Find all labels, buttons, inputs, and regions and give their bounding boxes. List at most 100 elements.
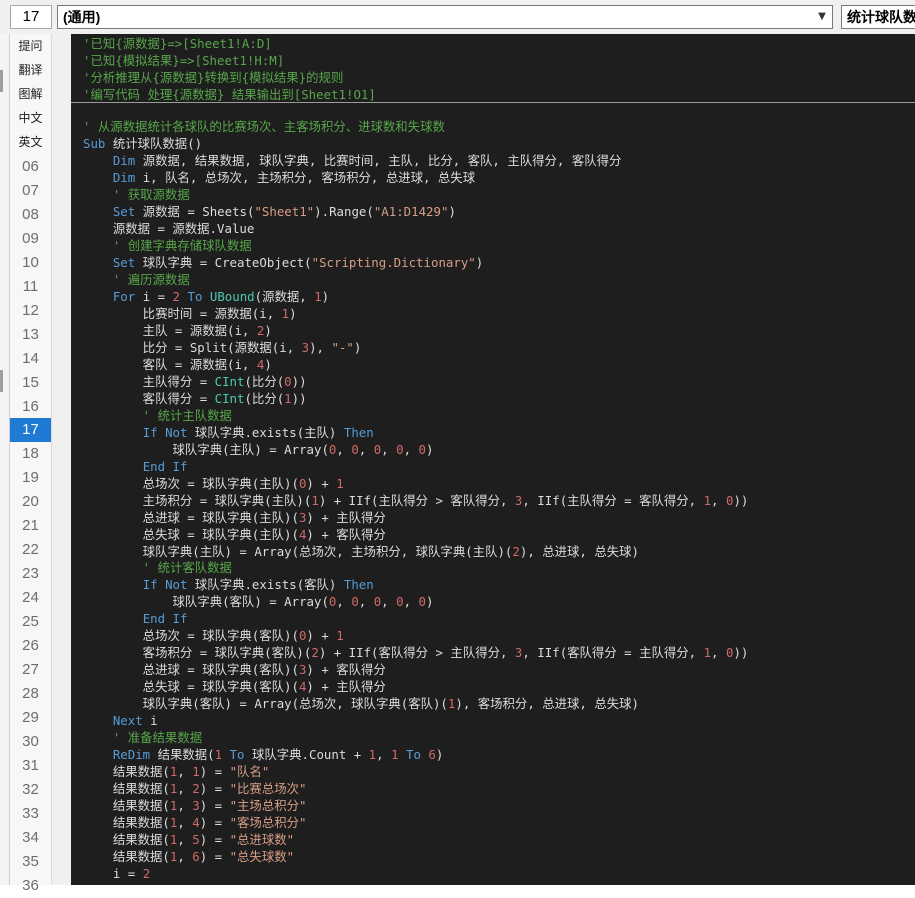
header-comment-line: '已知{源数据}=>[Sheet1!A:D] [83, 36, 272, 51]
code-line[interactable]: 总进球 = 球队字典(主队)(3) + 主队得分 [83, 509, 386, 526]
code-token: 3 [301, 339, 310, 355]
code-token: , [177, 764, 193, 780]
code-line[interactable]: 总进球 = 球队字典(客队)(3) + 客队得分 [83, 661, 386, 678]
code-line[interactable]: 比赛时间 = 源数据(i, 1) [83, 305, 297, 322]
code-line[interactable]: Set 源数据 = Sheets("Sheet1").Range("A1:D14… [83, 203, 456, 220]
code-token: (比分( [244, 390, 285, 406]
code-line[interactable]: 球队字典(主队) = Array(总场次, 主场积分, 球队字典(主队)(2),… [83, 543, 639, 560]
code-token: ReDim [112, 747, 151, 763]
code-token: , [711, 492, 726, 508]
code-line[interactable]: 球队字典(客队) = Array(0, 0, 0, 0, 0) [83, 593, 434, 610]
code-line[interactable]: 总失球 = 球队字典(主队)(4) + 客队得分 [83, 526, 386, 543]
code-line[interactable]: Sub 统计球队数据() [83, 135, 202, 152]
code-line[interactable]: ' 从源数据统计各球队的比赛场次、主客场积分、进球数和失球数 [83, 118, 445, 135]
code-line[interactable]: 客队 = 源数据(i, 4) [83, 356, 272, 373]
code-line[interactable]: 比分 = Split(源数据(i, 3), "-") [83, 339, 362, 356]
gutter-tool-button[interactable]: 图解 [10, 82, 51, 106]
code-line[interactable]: 源数据 = 源数据.Value [83, 220, 255, 237]
gutter-line-number: 13 [22, 325, 39, 343]
code-token: ), 总进球, 总失球) [519, 543, 639, 559]
code-line[interactable]: Next i [83, 712, 158, 729]
code-line[interactable]: 结果数据(1, 3) = "主场总积分" [83, 797, 307, 814]
code-token: UBound [209, 288, 255, 304]
code-token: ) [425, 441, 434, 457]
chevron-down-icon[interactable]: ▼ [814, 8, 830, 26]
code-token: 4 [192, 815, 200, 831]
header-comment-line: '已知{模拟结果}=>[Sheet1!H:M] [83, 53, 285, 68]
code-line[interactable]: If Not 球队字典.exists(客队) Then [83, 576, 374, 593]
gutter-tool-button[interactable]: 中文 [10, 106, 51, 130]
header-comment-line: '分析推理从{源数据}转换到{模拟结果}的规则 [83, 70, 344, 85]
code-token: ' 从源数据统计各球队的比赛场次、主客场积分、进球数和失球数 [83, 119, 445, 134]
code-line[interactable]: 结果数据(1, 5) = "总进球数" [83, 831, 294, 848]
code-token: 球队字典.exists(主队) [187, 424, 344, 440]
code-token: 1 [214, 747, 223, 763]
code-line[interactable]: Dim i, 队名, 总场次, 主场积分, 客场积分, 总进球, 总失球 [83, 169, 475, 186]
code-line[interactable]: i = 2 [83, 865, 150, 882]
code-line[interactable]: ReDim 结果数据(1 To 球队字典.Count + 1, 1 To 6) [83, 746, 443, 763]
code-token: 球队字典(客队) = Array(总场次, 球队字典(客队)( [83, 696, 448, 712]
code-token: 总场次 = 球队字典(客队)( [83, 628, 299, 644]
code-token: 总场次 = 球队字典(主队)( [83, 475, 299, 491]
code-token: ) [425, 594, 434, 610]
code-line[interactable]: 结果数据(1, 1) = "队名" [83, 763, 269, 780]
code-line[interactable]: Set 球队字典 = CreateObject("Scripting.Dicti… [83, 254, 483, 271]
code-line[interactable]: 总场次 = 球队字典(主队)(0) + 1 [83, 475, 344, 492]
gutter-tool-button[interactable]: 英文 [10, 130, 51, 154]
code-line[interactable]: ' 统计客队数据 [83, 559, 232, 576]
code-token: , [403, 441, 419, 457]
code-line[interactable]: 球队字典(客队) = Array(总场次, 球队字典(客队)(1), 客场积分,… [83, 695, 639, 712]
code-token: ) [435, 747, 444, 763]
object-dropdown[interactable]: (通用) ▼ [57, 5, 833, 29]
code-line[interactable]: 主队 = 源数据(i, 2) [83, 322, 272, 339]
code-line[interactable]: 球队字典(主队) = Array(0, 0, 0, 0, 0) [83, 441, 434, 458]
code-token: 结果数据( [83, 849, 170, 865]
code-line[interactable]: 结果数据(1, 2) = "比赛总场次" [83, 780, 307, 797]
code-line[interactable]: 结果数据(1, 6) = "总失球数" [83, 848, 294, 865]
code-token: 结果数据( [83, 815, 170, 831]
code-line[interactable]: End If [83, 610, 188, 627]
gutter-tool-button[interactable]: 翻译 [10, 58, 51, 82]
code-token: End If [142, 611, 188, 627]
code-token: "-" [331, 339, 354, 355]
gutter-tool-button[interactable]: 提问 [10, 34, 51, 58]
code-line[interactable]: If Not 球队字典.exists(主队) Then [83, 424, 374, 441]
gutter-line-number-active: 17 [10, 418, 51, 443]
gutter-line-number: 26 [22, 637, 39, 654]
code-token: 0 [396, 594, 404, 610]
code-line[interactable]: 结果数据(1, 4) = "客场总积分" [83, 814, 307, 831]
procedure-dropdown-value: 统计球队数 [847, 9, 915, 25]
code-line[interactable]: 总失球 = 球队字典(客队)(4) + 主队得分 [83, 678, 386, 695]
code-line[interactable]: ' 准备结果数据 [83, 729, 202, 746]
code-token: "A1:D1429" [373, 203, 449, 219]
code-token: If Not [142, 424, 188, 440]
code-line[interactable]: ' 创建字典存储球队数据 [83, 237, 252, 254]
code-token: , [177, 832, 193, 848]
code-token: "队名" [229, 764, 270, 780]
code-line[interactable]: 主队得分 = CInt(比分(0)) [83, 373, 307, 390]
code-token: ) + [306, 475, 337, 491]
code-line[interactable]: 客队得分 = CInt(比分(1)) [83, 390, 307, 407]
procedure-dropdown[interactable]: 统计球队数 [841, 5, 915, 29]
code-line[interactable]: ' 统计主队数据 [83, 407, 232, 424]
code-token: 1 [336, 628, 344, 644]
code-line[interactable]: 主场积分 = 球队字典(主队)(1) + IIf(主队得分 > 客队得分, 3,… [83, 492, 749, 509]
code-token: i = [135, 288, 173, 304]
code-line[interactable]: 客场积分 = 球队字典(客队)(2) + IIf(客队得分 > 主队得分, 3,… [83, 644, 749, 661]
code-line[interactable]: 总场次 = 球队字典(客队)(0) + 1 [83, 627, 344, 644]
code-token: ) [289, 305, 297, 321]
code-line[interactable]: End If [83, 458, 188, 475]
code-line[interactable]: Dim 源数据, 结果数据, 球队字典, 比赛时间, 主队, 比分, 客队, 主… [83, 152, 622, 169]
gutter-line-number: 19 [22, 469, 39, 487]
code-line[interactable]: ' 获取源数据 [83, 186, 190, 203]
code-editor[interactable]: '已知{源数据}=>[Sheet1!A:D] '已知{模拟结果}=>[Sheet1… [71, 34, 915, 885]
code-line[interactable]: For i = 2 To UBound(源数据, 1) [83, 288, 329, 305]
breakpoint-margin[interactable] [51, 34, 72, 885]
code-line[interactable]: ' 遍历源数据 [83, 271, 190, 288]
gutter-line-number: 07 [22, 181, 39, 199]
code-token: , [177, 781, 193, 797]
